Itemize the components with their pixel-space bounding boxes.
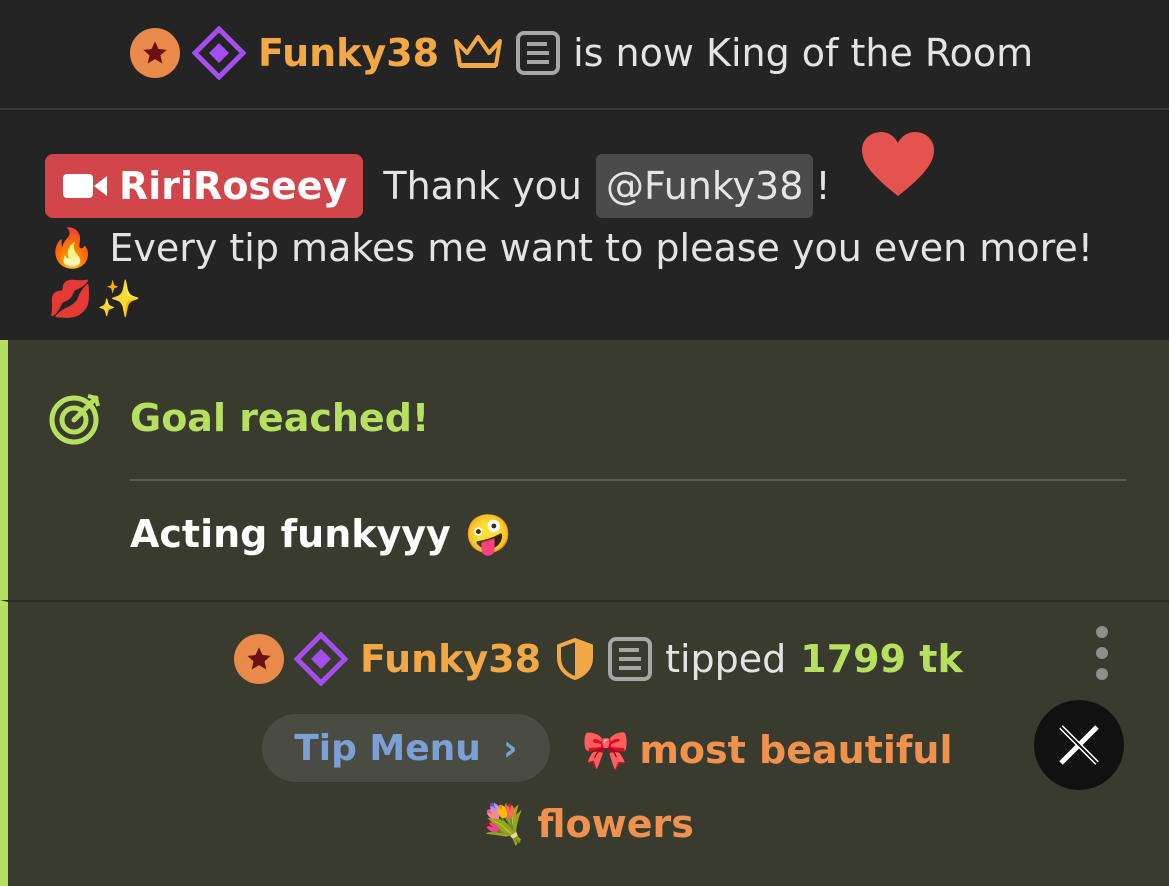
goal-reached-row: Goal reached! Acting funkyyy 🤪 <box>0 340 1169 600</box>
star-badge-icon[interactable] <box>130 28 180 78</box>
tip-row: Funky38 tipped 1799 tk Tip Menu › 🎀 most… <box>0 600 1169 886</box>
tip-menu-button[interactable]: Tip Menu › <box>262 714 550 782</box>
heart-icon <box>860 130 936 198</box>
tip-item-line1: most beautiful <box>639 728 953 772</box>
document-icon[interactable] <box>607 636 653 682</box>
more-icon[interactable] <box>1094 626 1110 689</box>
chevron-right-icon: › <box>502 727 518 769</box>
mention-tag[interactable]: @Funky38 <box>595 154 814 218</box>
sparkles-emoji: ✨ <box>96 279 142 320</box>
diamond-badge-icon[interactable] <box>192 26 246 80</box>
video-camera-icon <box>63 173 107 199</box>
x-close-icon[interactable] <box>1034 700 1124 790</box>
tip-item-line2: flowers <box>537 802 694 846</box>
tip-username[interactable]: Funky38 <box>360 637 541 681</box>
broadcaster-name: RiriRoseey <box>119 164 348 208</box>
tip-amount: 1799 tk <box>800 637 963 681</box>
goal-title: Goal reached! <box>130 396 430 440</box>
goal-emoji: 🤪 <box>464 511 513 556</box>
king-notice-row: Funky38 is now King of the Room <box>0 0 1169 110</box>
bouquet-emoji: 💐 <box>480 801 528 846</box>
message-text: Thank you <box>383 164 582 208</box>
star-badge-icon[interactable] <box>234 634 284 684</box>
tip-menu-label: Tip Menu <box>294 727 481 769</box>
broadcaster-badge[interactable]: RiriRoseey <box>45 154 364 218</box>
king-username[interactable]: Funky38 <box>258 31 439 75</box>
tipped-label: tipped <box>665 637 787 681</box>
document-icon[interactable] <box>515 30 561 76</box>
fire-emoji: 🔥 <box>48 225 96 270</box>
crown-icon <box>453 33 503 73</box>
broadcaster-message-row: RiriRoseey Thank you @Funky38 ! 🔥 Every … <box>0 112 1169 340</box>
shield-icon <box>555 637 595 681</box>
diamond-badge-icon[interactable] <box>294 632 348 686</box>
target-icon <box>48 390 104 446</box>
king-notice-text: is now King of the Room <box>573 31 1034 75</box>
message-punct: ! <box>815 164 831 208</box>
bow-emoji: 🎀 <box>582 727 630 772</box>
message-line2: Every tip makes me want to please you ev… <box>109 226 1093 270</box>
kiss-emoji: 💋 <box>48 279 93 320</box>
goal-description: Acting funkyyy <box>130 512 451 556</box>
goal-divider <box>130 479 1126 481</box>
